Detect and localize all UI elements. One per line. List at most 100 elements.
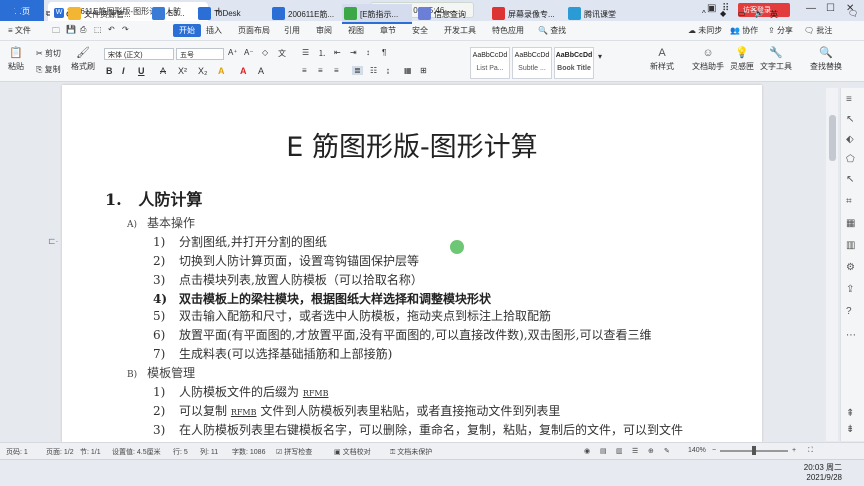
taskbar-app[interactable]: 文件资源管... <box>66 4 146 24</box>
cut-button[interactable]: ✂ 剪切 <box>36 48 61 59</box>
taskbar-app[interactable]: 腾讯课堂 <box>566 4 636 24</box>
numbering-icon[interactable]: ⒈ <box>318 48 326 59</box>
bullets-icon[interactable]: ☰ <box>302 48 309 57</box>
underline-icon[interactable]: U <box>138 66 145 76</box>
status-pages[interactable]: 页面: 1/2 <box>46 447 74 457</box>
document-page[interactable]: E 筋图形版-图形计算 1. 人防计算 A) 基本操作 1) 分割图纸,并打开分割的… <box>62 85 762 442</box>
status-words[interactable]: 字数: 1086 <box>232 447 265 457</box>
minimize-icon[interactable]: — <box>806 3 816 14</box>
subscript-icon[interactable]: X₂ <box>198 66 208 76</box>
tray-app-icon[interactable]: ◆ <box>718 4 734 24</box>
char-border-icon[interactable]: A <box>258 66 264 76</box>
style-book-title[interactable]: AaBbCcDd Book Title <box>554 47 594 79</box>
page-up-icon[interactable]: ⇞ <box>846 408 854 419</box>
align-right-icon[interactable]: ≡ <box>334 66 339 75</box>
pinyin-icon[interactable]: 文 <box>278 48 286 59</box>
crop-icon[interactable]: ⌗ <box>846 196 852 207</box>
outdent-icon[interactable]: ⇤ <box>334 48 341 57</box>
font-size-select[interactable]: 五号 <box>176 48 224 60</box>
highlight-icon[interactable]: A <box>218 66 225 76</box>
menu-security[interactable]: 安全 <box>412 25 428 36</box>
menu-comment[interactable]: 🗨 批注 <box>804 25 832 36</box>
font-name-select[interactable]: 宋体 (正文) <box>104 48 174 60</box>
taskbar-app[interactable]: 信息查询 <box>416 4 486 24</box>
justify-icon[interactable]: ≣ <box>352 66 363 75</box>
taskbar-clock[interactable]: 20:03 周二 2021/9/28 <box>788 462 842 482</box>
paste-button[interactable]: 📋 粘贴 <box>6 47 26 72</box>
shading-icon[interactable]: ▦ <box>404 66 412 75</box>
network-icon[interactable]: ▭ <box>736 4 752 24</box>
copy-button[interactable]: ⎘ 复制 <box>36 64 61 75</box>
line-spacing-icon[interactable]: ↨ <box>386 66 390 75</box>
page-down-icon[interactable]: ⇟ <box>846 424 854 435</box>
italic-icon[interactable]: I <box>122 66 125 76</box>
menu-search[interactable]: 🔍 查找 <box>538 25 566 36</box>
grow-font-icon[interactable]: A⁺ <box>228 48 238 57</box>
menu-review[interactable]: 审阅 <box>316 25 332 36</box>
taskbar-app[interactable]: ToDesk <box>196 4 268 24</box>
menu-developer[interactable]: 开发工具 <box>444 25 476 36</box>
distribute-icon[interactable]: ☷ <box>370 66 377 75</box>
zoom-in-icon[interactable]: + <box>792 447 796 454</box>
styles-expand-icon[interactable]: ▾ <box>598 52 602 61</box>
panel-collapse-icon[interactable]: ≡ <box>846 94 852 105</box>
format-painter-button[interactable]: 🖌 格式刷 <box>70 47 96 72</box>
doc-protect-button[interactable]: ⚿ 文档未保护 <box>390 447 432 457</box>
superscript-icon[interactable]: X² <box>178 66 187 76</box>
font-color-icon[interactable]: A <box>240 66 247 76</box>
menu-sync[interactable]: ☁ 未同步 <box>688 25 722 36</box>
help-icon[interactable]: ? <box>846 306 852 317</box>
share-icon[interactable]: ⇪ <box>846 284 854 295</box>
save-icon[interactable]: 💾 <box>66 25 76 34</box>
indent-icon[interactable]: ⇥ <box>350 48 357 57</box>
select-icon[interactable]: ↖ <box>846 114 854 125</box>
menu-insert[interactable]: 插入 <box>206 25 222 36</box>
menu-layout[interactable]: 页面布局 <box>238 25 270 36</box>
sort-icon[interactable]: ↕ <box>366 48 370 57</box>
menu-chapter[interactable]: 章节 <box>380 25 396 36</box>
inspiration-button[interactable]: 💡 灵感匣 <box>728 47 756 72</box>
new-style-button[interactable]: A 新样式 <box>648 47 676 72</box>
spell-check-button[interactable]: ☑ 拼写检查 <box>276 447 312 457</box>
redo-icon[interactable]: ↷ <box>122 25 129 34</box>
undo-icon[interactable]: ↶ <box>108 25 115 34</box>
settings-icon[interactable]: ⚙ <box>846 262 855 273</box>
zoom-out-icon[interactable]: − <box>712 447 716 454</box>
page-view-icon[interactable]: ▥ <box>616 447 623 455</box>
doc-assistant-button[interactable]: ☺ 文档助手 <box>690 47 726 72</box>
maximize-icon[interactable]: ☐ <box>826 3 835 14</box>
menu-collab[interactable]: 👥 协作 <box>730 25 758 36</box>
zoom-level[interactable]: 140% <box>688 447 706 454</box>
text-tools-button[interactable]: 🔧 文字工具 <box>758 47 794 72</box>
cursor-icon[interactable]: ↖ <box>846 174 854 185</box>
align-center-icon[interactable]: ≡ <box>318 66 323 75</box>
web-view-icon[interactable]: ⊕ <box>648 447 654 455</box>
menu-references[interactable]: 引用 <box>284 25 300 36</box>
taskbar-app[interactable]: [E筋指示... <box>342 4 412 24</box>
strikethrough-icon[interactable]: A <box>160 66 166 76</box>
outline-view-icon[interactable]: ☰ <box>632 447 638 455</box>
ime-icon[interactable]: 英 <box>768 4 786 24</box>
menu-file[interactable]: ≡ 文件 <box>8 25 31 36</box>
taskbar-app[interactable]: 屏幕录像专... <box>490 4 562 24</box>
doc-proof-button[interactable]: ▣ 文档校对 <box>334 447 371 457</box>
read-mode-icon[interactable]: ▤ <box>600 447 607 455</box>
more-icon[interactable]: ⋯ <box>846 330 856 341</box>
volume-icon[interactable]: 🔊 <box>752 4 768 24</box>
zoom-slider-thumb[interactable] <box>752 446 756 455</box>
eye-icon[interactable]: ◉ <box>584 447 590 455</box>
bold-icon[interactable]: B <box>106 66 113 76</box>
shape-icon[interactable]: ⬠ <box>846 154 855 165</box>
align-left-icon[interactable]: ≡ <box>302 66 307 75</box>
shrink-font-icon[interactable]: A⁻ <box>244 48 254 57</box>
chart-icon[interactable]: ▥ <box>846 240 855 251</box>
taskbar-app[interactable]: E3... <box>150 4 194 24</box>
notification-icon[interactable]: 🗨 <box>846 4 862 24</box>
print-icon[interactable]: ⎙ <box>80 25 86 35</box>
find-replace-button[interactable]: 🔍 查找替换 <box>806 47 846 72</box>
fit-page-icon[interactable]: ⛶ <box>808 447 813 455</box>
style-subtle[interactable]: AaBbCcDd Subtle ... <box>512 47 552 79</box>
taskbar-app[interactable]: 200611E筋... <box>270 4 340 24</box>
tray-chevron-icon[interactable]: ^ <box>700 4 716 24</box>
border-icon[interactable]: ⊞ <box>420 66 427 75</box>
